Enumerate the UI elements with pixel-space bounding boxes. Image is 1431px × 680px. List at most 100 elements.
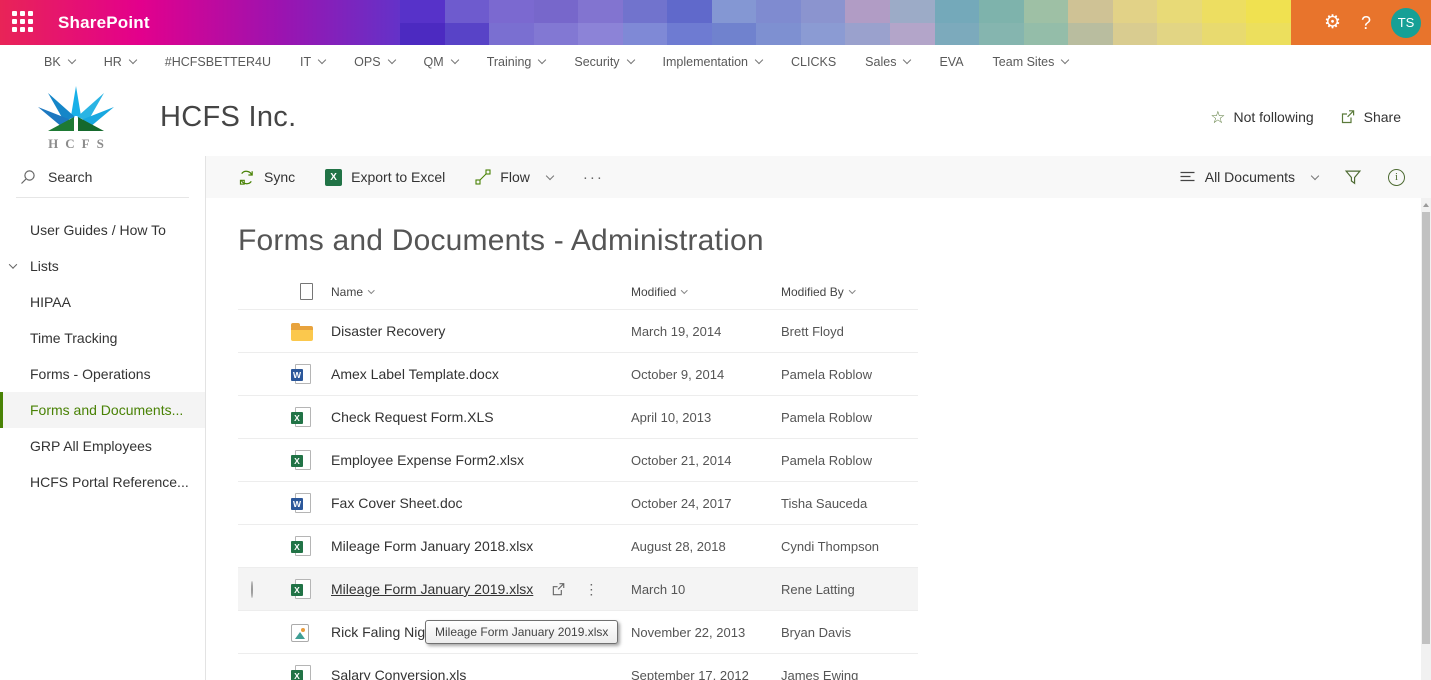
top-nav-item[interactable]: HR (104, 55, 136, 69)
file-type-icon (295, 493, 311, 513)
waffle-icon[interactable] (12, 11, 36, 35)
column-header-name[interactable]: Name (331, 285, 631, 299)
table-row[interactable]: Check Request Form.XLS April 10, 2013 Pa… (238, 396, 918, 439)
column-header-modified[interactable]: Modified (631, 285, 781, 299)
top-nav-item[interactable]: EVA (939, 55, 963, 69)
table-header: Name Modified Modified By (238, 274, 918, 310)
top-nav-item[interactable]: IT (300, 55, 325, 69)
flow-icon (475, 169, 491, 185)
chevron-down-icon (129, 56, 137, 64)
sidebar-item[interactable]: Time Tracking (0, 320, 205, 356)
banner-tile-bottom (1024, 23, 1069, 46)
top-nav-item-label: HR (104, 55, 122, 69)
command-bar-right: All Documents (1179, 169, 1405, 186)
file-name-link[interactable]: Mileage Form January 2019.xlsx (331, 581, 533, 597)
table-row[interactable]: Employee Expense Form2.xlsx October 21, … (238, 439, 918, 482)
command-bar: Sync X Export to Excel Flow ··· (206, 156, 1431, 198)
sidebar-item[interactable]: User Guides / How To (0, 212, 205, 248)
top-nav-item[interactable]: Security (574, 55, 633, 69)
table-row[interactable]: Mileage Form January 2019.xlsx ⋮ March 1… (238, 568, 918, 611)
table-row[interactable]: Fax Cover Sheet.doc October 24, 2017 Tis… (238, 482, 918, 525)
scrollbar-thumb[interactable] (1422, 212, 1430, 644)
scroll-up-arrow[interactable] (1421, 198, 1431, 211)
sharepoint-logo[interactable]: SharePoint (58, 13, 150, 33)
file-type-icon (295, 450, 311, 470)
top-nav-item[interactable]: OPS (354, 55, 394, 69)
column-label: Name (331, 285, 363, 299)
banner-tile-bottom (623, 23, 668, 46)
share-button[interactable]: Share (1340, 109, 1401, 125)
table-row[interactable]: Salary Conversion.xls September 17, 2012… (238, 654, 918, 680)
sidebar-item[interactable]: GRP All Employees (0, 428, 205, 464)
top-nav-item[interactable]: Sales (865, 55, 910, 69)
banner-tile-bottom (445, 23, 490, 46)
more-commands-button[interactable]: ··· (583, 169, 604, 186)
file-name-link[interactable]: Employee Expense Form2.xlsx (331, 452, 524, 468)
sidebar-nav: User Guides / How To Lists HIPAA Time Tr… (0, 212, 205, 500)
file-name-link[interactable]: Mileage Form January 2018.xlsx (331, 538, 533, 554)
banner-tile-top (667, 0, 712, 23)
banner-tile (400, 0, 445, 45)
sidebar-item[interactable]: HIPAA (0, 284, 205, 320)
top-nav-item[interactable]: BK (44, 55, 75, 69)
avatar[interactable]: TS (1391, 8, 1421, 38)
share-icon[interactable] (551, 582, 566, 597)
top-nav-item[interactable]: Training (487, 55, 546, 69)
modified-by: Brett Floyd (781, 324, 918, 339)
chevron-down-icon[interactable] (9, 260, 17, 268)
gear-icon[interactable]: ⚙ (1324, 13, 1341, 32)
site-logo[interactable]: HCFS (38, 86, 114, 152)
view-label: All Documents (1205, 169, 1295, 185)
row-selector-circle[interactable] (251, 581, 253, 598)
banner-tiles (400, 0, 1291, 45)
sidebar-item[interactable]: Forms - Operations (0, 356, 205, 392)
banner-tile-bottom (400, 23, 445, 46)
file-name-link[interactable]: Check Request Form.XLS (331, 409, 494, 425)
banner-tile (1068, 0, 1113, 45)
view-selector-button[interactable]: All Documents (1179, 169, 1318, 185)
file-name-link[interactable]: Amex Label Template.docx (331, 366, 499, 382)
banner-tile (534, 0, 579, 45)
sidebar-item-label: Forms - Operations (30, 366, 151, 382)
sidebar-item[interactable]: Forms and Documents... (0, 392, 205, 428)
banner-tile (890, 0, 935, 45)
top-nav-item-label: Sales (865, 55, 896, 69)
banner-tile-bottom (1068, 23, 1113, 46)
top-nav-item[interactable]: CLICKS (791, 55, 836, 69)
filter-icon[interactable] (1344, 169, 1362, 186)
banner-tile-top (489, 0, 534, 23)
file-type-icon (295, 407, 311, 427)
top-nav-item[interactable]: Implementation (663, 55, 762, 69)
flow-button[interactable]: Flow (475, 169, 553, 185)
file-name-link[interactable]: Salary Conversion.xls (331, 667, 466, 680)
more-options-icon[interactable]: ⋮ (584, 581, 598, 598)
vertical-scrollbar[interactable] (1421, 198, 1431, 680)
tooltip: Mileage Form January 2019.xlsx (425, 620, 618, 644)
sync-button[interactable]: Sync (238, 169, 295, 186)
sidebar-item-label: User Guides / How To (30, 222, 166, 238)
info-icon[interactable] (1388, 169, 1405, 186)
column-header-modified-by[interactable]: Modified By (781, 285, 918, 299)
file-name-link[interactable]: Rick Faling Nig (331, 624, 425, 640)
top-nav-item[interactable]: Team Sites (993, 55, 1069, 69)
follow-button[interactable]: ☆ Not following (1210, 109, 1313, 126)
banner-tile-top (1024, 0, 1069, 23)
top-nav-item-label: #HCFSBETTER4U (165, 55, 271, 69)
search-button[interactable]: Search (16, 156, 189, 198)
table-row[interactable]: Mileage Form January 2018.xlsx August 28… (238, 525, 918, 568)
help-icon[interactable]: ? (1361, 14, 1371, 32)
top-nav-item[interactable]: #HCFSBETTER4U (165, 55, 271, 69)
sidebar-item[interactable]: HCFS Portal Reference... (0, 464, 205, 500)
banner-tile (1246, 0, 1291, 45)
file-name-link[interactable]: Fax Cover Sheet.doc (331, 495, 463, 511)
table-row[interactable]: Disaster Recovery March 19, 2014 Brett F… (238, 310, 918, 353)
top-nav-item[interactable]: QM (424, 55, 458, 69)
table-row[interactable]: Amex Label Template.docx October 9, 2014… (238, 353, 918, 396)
modified-date: August 28, 2018 (631, 539, 781, 554)
top-nav-item-label: BK (44, 55, 61, 69)
file-name-link[interactable]: Disaster Recovery (331, 323, 445, 339)
banner-tile (712, 0, 757, 45)
export-to-excel-button[interactable]: X Export to Excel (325, 169, 445, 186)
search-icon (20, 169, 36, 185)
sidebar-item[interactable]: Lists (0, 248, 205, 284)
